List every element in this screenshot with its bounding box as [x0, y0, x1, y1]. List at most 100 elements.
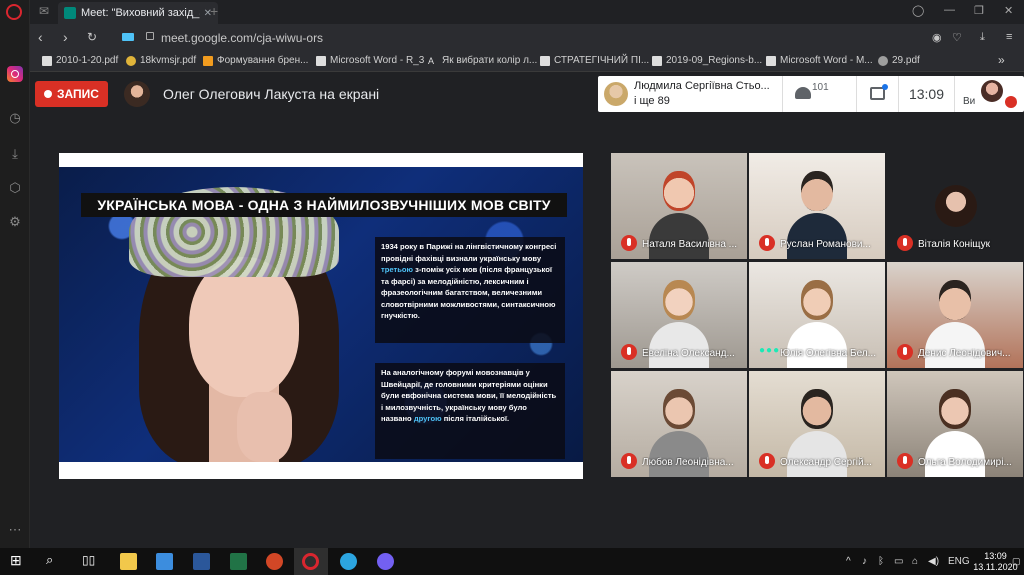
bookmark-item[interactable]: Microsoft Word - R_3: [316, 55, 424, 66]
top-participant-more: і ще 89: [634, 95, 670, 107]
meet-favicon-icon: [64, 7, 76, 19]
slide-title: УКРАЇНСЬКА МОВА - ОДНА З НАЙМИЛОЗВУЧНІШИ…: [81, 193, 567, 217]
self-view[interactable]: Ви: [954, 76, 1024, 112]
slide-highlight: третьою: [381, 265, 413, 274]
snapshot-icon[interactable]: ◉: [932, 31, 942, 44]
input-language[interactable]: ENG: [948, 556, 970, 567]
tab-mail-icon[interactable]: ✉: [39, 4, 49, 18]
record-dot-icon: [44, 90, 53, 98]
file-icon: [652, 55, 662, 66]
back-icon[interactable]: ‹: [38, 29, 43, 45]
opera-taskbar-icon[interactable]: [302, 553, 319, 570]
volume-icon[interactable]: ◀): [928, 556, 939, 567]
close-window-icon[interactable]: ✕: [1004, 4, 1013, 17]
self-avatar: [981, 80, 1003, 102]
opera-logo-icon[interactable]: [6, 4, 22, 20]
participant-tile[interactable]: Ольга Володимирі...: [887, 371, 1023, 477]
lock-icon[interactable]: [146, 32, 154, 40]
presenter-avatar: [124, 81, 150, 107]
more-bookmarks-icon[interactable]: »: [998, 53, 1005, 67]
tray-chevron-icon[interactable]: ^: [846, 556, 851, 567]
heart-icon[interactable]: ♡: [952, 31, 962, 44]
participant-tile[interactable]: ●●● Юлія Олегівна Бел...: [749, 262, 885, 368]
battery-icon[interactable]: ▭: [894, 556, 903, 567]
downloads-icon[interactable]: ⤓: [7, 146, 23, 162]
settings-gear-icon[interactable]: ⚙: [7, 214, 23, 230]
instagram-icon[interactable]: [7, 66, 23, 82]
bookmark-item[interactable]: 18kvmsjr.pdf: [126, 55, 196, 66]
tab-bar: ✉ Meet: "Виховний захід_3 н ✕ + ◯ — ❐ ✕: [30, 0, 1024, 24]
participant-avatar: [604, 82, 628, 106]
camera-active-icon[interactable]: [122, 33, 134, 41]
mic-muted-icon: [759, 235, 775, 251]
slide-text-box-1: 1934 року в Парижі на лінгвістичному кон…: [375, 237, 565, 343]
participant-body: [649, 431, 709, 477]
viber-icon[interactable]: [377, 553, 394, 570]
mic-muted-icon: [621, 344, 637, 360]
excel-icon[interactable]: [230, 553, 247, 570]
more-dots-icon[interactable]: ⋯: [7, 522, 23, 538]
new-tab-icon[interactable]: +: [210, 3, 218, 19]
people-button[interactable]: 101: [782, 76, 856, 112]
mic-muted-icon: [897, 235, 913, 251]
tray-mic-icon[interactable]: ♪: [862, 556, 867, 567]
slide-image: УКРАЇНСЬКА МОВА - ОДНА З НАЙМИЛОЗВУЧНІШИ…: [59, 167, 583, 462]
bookmark-item[interactable]: Формування брен...: [203, 55, 308, 66]
participant-tile[interactable]: Денис Леонідович...: [887, 262, 1023, 368]
history-icon[interactable]: ◷: [7, 110, 23, 126]
menu-icon[interactable]: ≡: [1006, 31, 1012, 43]
address-bar: ‹ › ↻ meet.google.com/cja-wiwu-ors ◉ ♡ ⤓…: [30, 24, 1024, 50]
opera-menu-icon[interactable]: ◯: [912, 4, 924, 17]
telegram-icon[interactable]: [340, 553, 357, 570]
windows-start-icon[interactable]: ⊞: [10, 552, 27, 569]
participant-head: [801, 389, 833, 429]
extensions-cube-icon[interactable]: ⬡: [7, 180, 23, 196]
bookmark-item[interactable]: A Як вибрати колір л...: [428, 55, 537, 66]
restore-icon[interactable]: ❐: [974, 4, 984, 17]
participant-name: Ольга Володимирі...: [918, 457, 1012, 468]
opera-sidebar: ◷ ⤓ ⬡ ⚙ ⋯: [0, 0, 30, 548]
powerpoint-icon[interactable]: [266, 553, 283, 570]
file-icon: [203, 55, 213, 66]
download-icon[interactable]: ⤓: [980, 31, 985, 44]
participant-body: [787, 213, 847, 259]
bookmark-item[interactable]: 29.pdf: [878, 55, 920, 66]
chat-notification-dot: [882, 84, 888, 90]
participant-tile[interactable]: Руслан Романови...: [749, 153, 885, 259]
participant-body: [787, 431, 847, 477]
participant-head: [663, 389, 695, 429]
bookmarks-bar: 2010-1-20.pdf 18kvmsjr.pdf Формування бр…: [30, 50, 1024, 72]
bookmark-item[interactable]: СТРАТЕГІЧНИЙ ПІ...: [540, 55, 649, 66]
participant-tile[interactable]: Наталя Василівна ...: [611, 153, 747, 259]
notifications-icon[interactable]: ▢: [1012, 556, 1021, 567]
presentation-slide: УКРАЇНСЬКА МОВА - ОДНА З НАЙМИЛОЗВУЧНІШИ…: [59, 153, 583, 479]
participant-tile[interactable]: Любов Леонідівна...: [611, 371, 747, 477]
participant-name: Евеліна Олександ...: [642, 348, 735, 359]
file-icon: [540, 55, 550, 66]
task-view-icon[interactable]: ▯▯: [82, 553, 99, 570]
participant-tile[interactable]: Віталія Коніщук: [887, 153, 1023, 259]
chat-button[interactable]: [856, 76, 898, 112]
network-icon[interactable]: ⌂: [912, 556, 918, 567]
word-icon[interactable]: [193, 553, 210, 570]
bookmark-item[interactable]: 2019-09_Regions-b...: [652, 55, 762, 66]
bookmark-item[interactable]: 2010-1-20.pdf: [42, 55, 118, 66]
participant-tile[interactable]: Евеліна Олександ...: [611, 262, 747, 368]
remote-desktop-icon[interactable]: [156, 553, 173, 570]
participant-avatar: [935, 185, 977, 227]
bluetooth-icon[interactable]: ᛒ: [878, 556, 884, 567]
participant-head: [663, 280, 695, 320]
reload-icon[interactable]: ↻: [87, 30, 97, 44]
participant-tile[interactable]: Олександр Сергій...: [749, 371, 885, 477]
minimize-icon[interactable]: —: [944, 4, 955, 16]
forward-icon[interactable]: ›: [63, 29, 68, 45]
url-field[interactable]: meet.google.com/cja-wiwu-ors: [161, 31, 323, 45]
participant-name: Юлія Олегівна Бел...: [780, 348, 876, 359]
file-icon: [316, 55, 326, 66]
search-icon[interactable]: ⌕: [46, 552, 63, 569]
participant-name: Денис Леонідович...: [918, 348, 1011, 359]
file-explorer-icon[interactable]: [120, 553, 137, 570]
tab-meet[interactable]: Meet: "Виховний захід_3 н ✕: [58, 2, 218, 24]
participant-head: [801, 171, 833, 211]
bookmark-item[interactable]: Microsoft Word - M...: [766, 55, 873, 66]
